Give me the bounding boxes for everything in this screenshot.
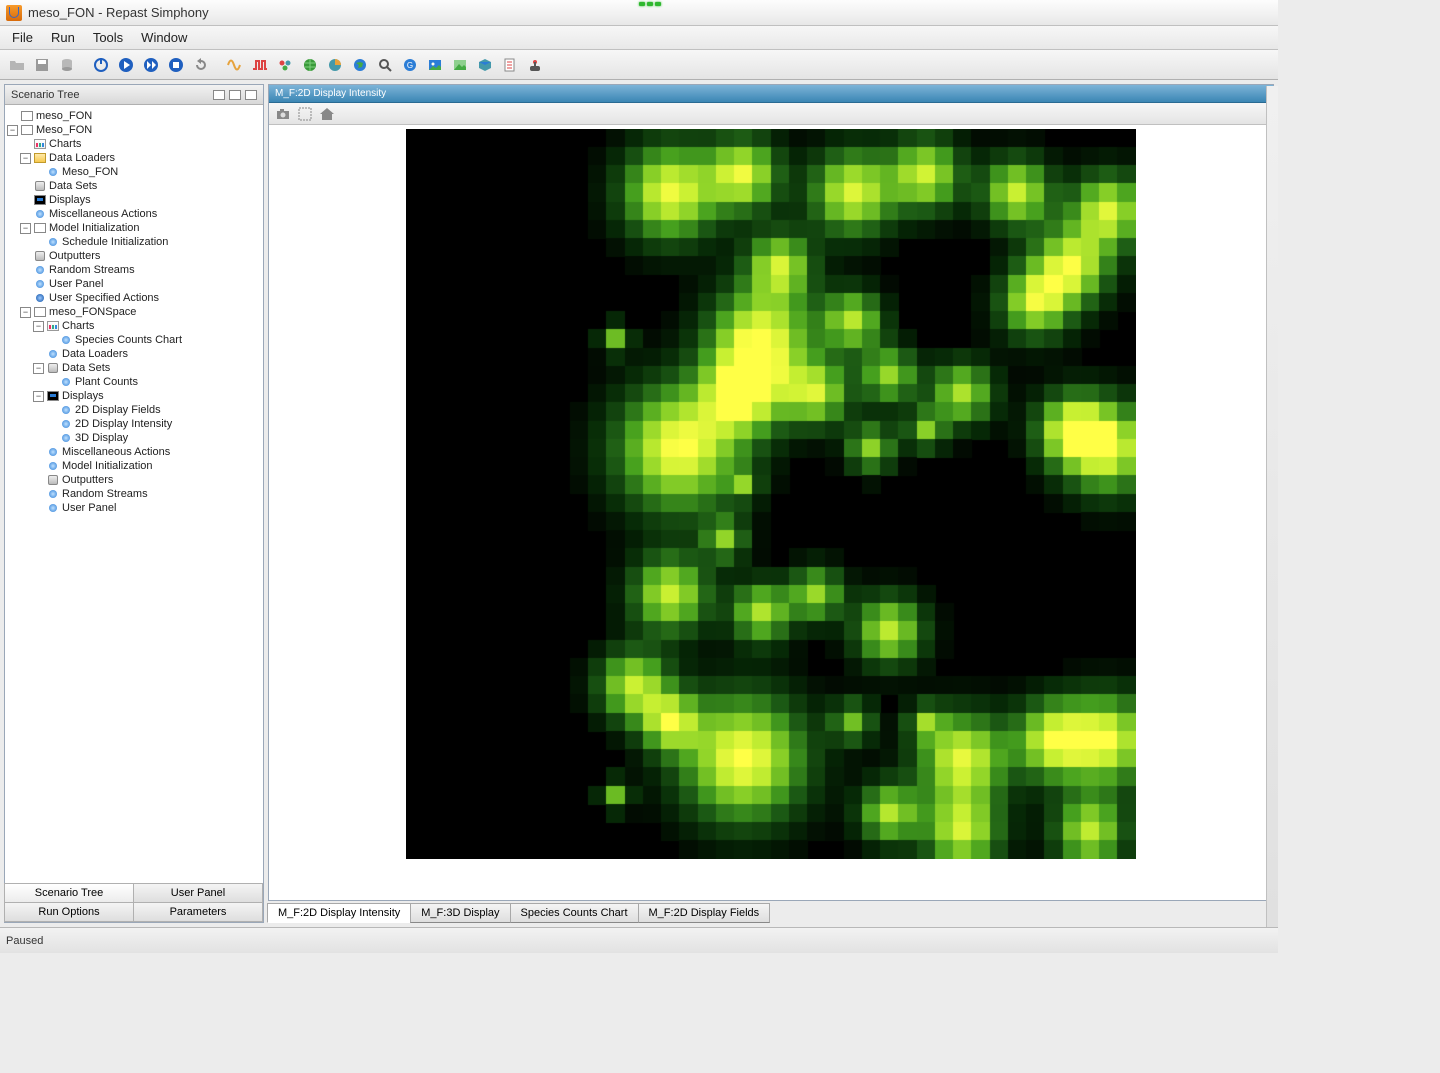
step-icon[interactable] — [140, 54, 162, 76]
menu-bar: File Run Tools Window — [0, 26, 1278, 50]
tree-outputters[interactable]: Outputters — [49, 249, 100, 263]
tree-fs-userpanel[interactable]: User Panel — [62, 501, 116, 515]
display-panel: M_F:2D Display Intensity — [268, 84, 1274, 901]
status-bar: Paused — [0, 927, 1278, 953]
tree-meso-fon-ctx[interactable]: Meso_FON — [36, 123, 92, 137]
tab-2d-intensity[interactable]: M_F:2D Display Intensity — [267, 903, 411, 923]
simulation-canvas[interactable] — [406, 129, 1136, 859]
tree-fs-misc[interactable]: Miscellaneous Actions — [62, 445, 170, 459]
tree-fs-displays[interactable]: Displays — [62, 389, 104, 403]
agents-icon[interactable] — [274, 54, 296, 76]
tree-fs-outputters[interactable]: Outputters — [62, 473, 113, 487]
java-icon — [6, 5, 22, 21]
mountain-icon[interactable] — [449, 54, 471, 76]
sidebar-bottom-tabs: Scenario Tree User Panel Run Options Par… — [5, 883, 263, 922]
tab-user-panel[interactable]: User Panel — [133, 883, 263, 903]
activity-leds — [639, 2, 661, 6]
display-header: M_F:2D Display Intensity — [269, 85, 1273, 103]
minimize-icon[interactable] — [213, 90, 225, 100]
tab-parameters[interactable]: Parameters — [133, 902, 263, 922]
cube-icon[interactable] — [474, 54, 496, 76]
power-icon[interactable] — [90, 54, 112, 76]
search-icon[interactable] — [374, 54, 396, 76]
tree-speciescountschart[interactable]: Species Counts Chart — [75, 333, 182, 347]
tab-run-options[interactable]: Run Options — [4, 902, 134, 922]
tree-fs-charts[interactable]: Charts — [62, 319, 94, 333]
stop-icon[interactable] — [165, 54, 187, 76]
tree-root[interactable]: meso_FON — [36, 109, 92, 123]
tree-modelinit[interactable]: Model Initialization — [49, 221, 140, 235]
image-icon[interactable] — [424, 54, 446, 76]
tree-2d-fields[interactable]: 2D Display Fields — [75, 403, 161, 417]
tab-3d-display[interactable]: M_F:3D Display — [410, 903, 510, 923]
maximize-icon[interactable] — [245, 90, 257, 100]
tree-dataloaders[interactable]: Data Loaders — [49, 151, 115, 165]
tab-2d-fields[interactable]: M_F:2D Display Fields — [638, 903, 771, 923]
camera-icon[interactable] — [275, 106, 291, 122]
world-icon[interactable] — [349, 54, 371, 76]
tree-fonspace[interactable]: meso_FONSpace — [49, 305, 136, 319]
right-scrollbar[interactable] — [1266, 86, 1278, 927]
tab-scenario-tree[interactable]: Scenario Tree — [4, 883, 134, 903]
tree-2d-intensity[interactable]: 2D Display Intensity — [75, 417, 172, 431]
tree-displays[interactable]: Displays — [49, 193, 91, 207]
save-icon[interactable] — [31, 54, 53, 76]
panel-title: Scenario Tree — [11, 89, 79, 101]
display-bottom-tabs: M_F:2D Display Intensity M_F:3D Display … — [268, 901, 1274, 923]
tree-3d-display[interactable]: 3D Display — [75, 431, 128, 445]
title-bar: meso_FON - Repast Simphony — [0, 0, 1278, 26]
tree-charts[interactable]: Charts — [49, 137, 81, 151]
zoom-fit-icon[interactable] — [297, 106, 313, 122]
tree-fs-random[interactable]: Random Streams — [62, 487, 148, 501]
reset-icon[interactable] — [190, 54, 212, 76]
tree-plantcounts[interactable]: Plant Counts — [75, 375, 138, 389]
play-icon[interactable] — [115, 54, 137, 76]
tree-userpanel[interactable]: User Panel — [49, 277, 103, 291]
tree-fs-datasets[interactable]: Data Sets — [62, 361, 110, 375]
scenario-tree[interactable]: meso_FON −Meso_FON Charts −Data Loaders … — [5, 105, 263, 883]
toolbar: G — [0, 50, 1278, 80]
home-icon[interactable] — [319, 106, 335, 122]
restore-icon[interactable] — [229, 90, 241, 100]
globe-green-icon[interactable] — [299, 54, 321, 76]
database-icon[interactable] — [56, 54, 78, 76]
tree-dataloader-mesofon[interactable]: Meso_FON — [62, 165, 118, 179]
menu-window[interactable]: Window — [133, 28, 195, 47]
pulse-icon[interactable] — [249, 54, 271, 76]
tab-species-counts[interactable]: Species Counts Chart — [510, 903, 639, 923]
display-toolbar — [269, 103, 1273, 125]
open-folder-icon[interactable] — [6, 54, 28, 76]
panel-header: Scenario Tree — [5, 85, 263, 105]
layers-icon[interactable]: G — [399, 54, 421, 76]
canvas-wrap — [269, 125, 1273, 900]
tree-misc[interactable]: Miscellaneous Actions — [49, 207, 157, 221]
status-text: Paused — [6, 935, 43, 947]
window-title: meso_FON - Repast Simphony — [28, 5, 209, 20]
doc-icon[interactable] — [499, 54, 521, 76]
tree-datasets[interactable]: Data Sets — [49, 179, 97, 193]
scenario-tree-panel: Scenario Tree meso_FON −Meso_FON Charts … — [4, 84, 264, 923]
tree-schedinit[interactable]: Schedule Initialization — [62, 235, 168, 249]
display-area: M_F:2D Display Intensity M_F:2D Display … — [268, 84, 1274, 923]
tree-fs-dataloaders[interactable]: Data Loaders — [62, 347, 128, 361]
pie-icon[interactable] — [324, 54, 346, 76]
tree-fs-modelinit[interactable]: Model Initialization — [62, 459, 153, 473]
menu-tools[interactable]: Tools — [85, 28, 131, 47]
tree-usa[interactable]: User Specified Actions — [49, 291, 159, 305]
tree-random[interactable]: Random Streams — [49, 263, 135, 277]
display-title: M_F:2D Display Intensity — [275, 88, 386, 99]
menu-file[interactable]: File — [4, 28, 41, 47]
svg-text:G: G — [407, 61, 413, 70]
menu-run[interactable]: Run — [43, 28, 83, 47]
joystick-icon[interactable] — [524, 54, 546, 76]
wave-icon[interactable] — [224, 54, 246, 76]
